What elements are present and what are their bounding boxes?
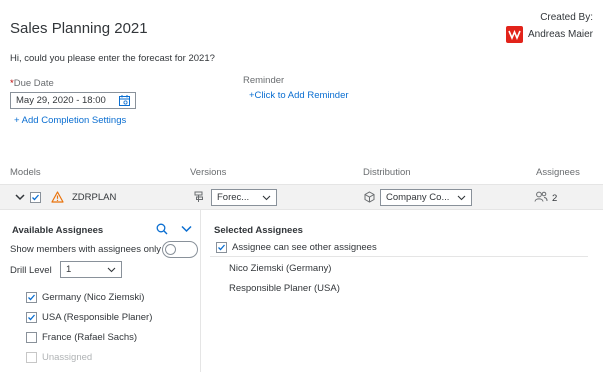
item-checkbox[interactable] (26, 312, 37, 323)
chevron-down-icon (107, 267, 116, 273)
drill-level-label: Drill Level (10, 265, 52, 276)
column-header-assignees: Assignees (536, 167, 580, 178)
version-icon (194, 191, 203, 202)
list-item[interactable]: Germany (Nico Ziemski) (26, 292, 144, 303)
item-checkbox (26, 352, 37, 363)
brand-logo-icon (508, 29, 521, 40)
creator: Andreas Maier (505, 26, 593, 43)
chevron-down-icon[interactable] (181, 225, 192, 233)
drill-level-value: 1 (66, 264, 72, 275)
chevron-down-icon (262, 195, 271, 201)
page-title: Sales Planning 2021 (10, 20, 148, 37)
distribution-value: Company Co... (386, 192, 450, 203)
selected-assignee-item[interactable]: Responsible Planer (USA) (229, 283, 340, 294)
distribution-icon (364, 191, 375, 203)
item-checkbox[interactable] (26, 332, 37, 343)
created-by-label: Created By: (540, 12, 593, 23)
avatar (505, 26, 523, 43)
intro-text: Hi, could you please enter the forecast … (10, 53, 215, 64)
checkmark-icon (218, 244, 225, 251)
available-assignees-title: Available Assignees (12, 225, 104, 236)
divider (210, 256, 588, 257)
version-select[interactable]: Forec... (211, 189, 277, 206)
list-item[interactable]: USA (Responsible Planer) (26, 312, 152, 323)
checkmark-icon (32, 194, 39, 201)
list-item-label: Unassigned (42, 352, 93, 363)
due-date-input[interactable]: May 29, 2020 - 18:00 (10, 92, 136, 109)
search-icon[interactable] (156, 223, 168, 235)
list-item-label: USA (Responsible Planer) (42, 312, 153, 323)
item-checkbox[interactable] (26, 292, 37, 303)
version-value: Forec... (217, 192, 250, 203)
can-see-checkbox[interactable] (216, 242, 227, 253)
list-item-label: France (Rafael Sachs) (42, 332, 138, 343)
toggle-knob (165, 244, 176, 255)
due-date-label-text: Due Date (13, 78, 54, 89)
can-see-option[interactable]: Assignee can see other assignees (216, 242, 377, 253)
chevron-down-icon[interactable] (15, 194, 25, 201)
distribution-select[interactable]: Company Co... (380, 189, 472, 206)
calendar-icon[interactable] (119, 95, 130, 106)
drill-level-select[interactable]: 1 (60, 261, 122, 278)
list-item-label: Germany (Nico Ziemski) (42, 292, 145, 303)
checkmark-icon (28, 314, 35, 321)
reminder-label: Reminder (243, 75, 285, 86)
selected-assignee-item[interactable]: Nico Ziemski (Germany) (229, 263, 331, 274)
due-date-label: *Due Date (10, 78, 54, 89)
chevron-down-icon (457, 195, 466, 201)
due-date-value: May 29, 2020 - 18:00 (16, 95, 106, 106)
warning-icon (51, 191, 64, 203)
creator-name: Andreas Maier (527, 29, 593, 40)
can-see-label: Assignee can see other assignees (232, 242, 377, 253)
list-item: Unassigned (26, 352, 92, 363)
add-completion-settings-link[interactable]: + Add Completion Settings (14, 115, 126, 126)
column-header-versions: Versions (190, 167, 227, 178)
column-header-distribution: Distribution (363, 167, 411, 178)
panel-divider (200, 210, 201, 372)
users-icon[interactable] (534, 191, 548, 202)
show-members-label: Show members with assignees only (10, 244, 162, 255)
list-item[interactable]: France (Rafael Sachs) (26, 332, 137, 343)
selected-assignees-title: Selected Assignees (214, 225, 303, 236)
model-name: ZDRPLAN (72, 192, 117, 203)
checkmark-icon (28, 294, 35, 301)
column-header-models: Models (10, 167, 41, 178)
model-row: ZDRPLAN Forec... Company Co... 2 (0, 184, 603, 210)
assignee-count: 2 (552, 193, 558, 204)
model-checkbox[interactable] (30, 192, 41, 203)
add-reminder-link[interactable]: +Click to Add Reminder (249, 90, 349, 101)
show-members-toggle[interactable] (162, 241, 198, 258)
